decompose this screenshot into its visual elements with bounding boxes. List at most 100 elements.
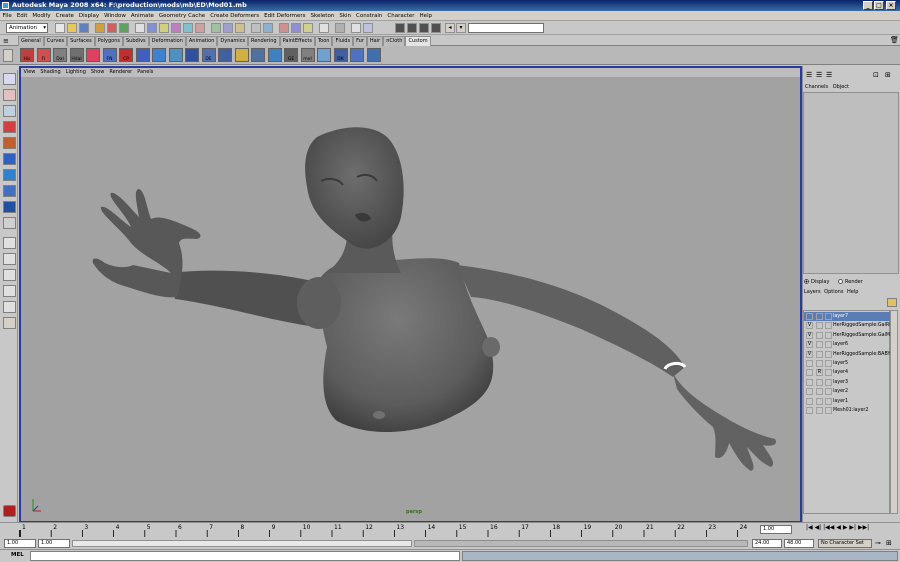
select-deformations-icon[interactable] [195, 23, 205, 33]
display-radio[interactable]: Display [804, 279, 829, 285]
tab-ncloth[interactable]: nCloth [383, 36, 406, 46]
shelf-button-icon[interactable] [267, 48, 282, 62]
range-slider-bar[interactable] [72, 540, 412, 547]
select-component-icon[interactable] [119, 23, 129, 33]
character-set-select[interactable]: No Character Set [818, 539, 872, 548]
options-menu[interactable]: Options [824, 289, 843, 295]
trash-icon[interactable]: 🗑 [890, 36, 899, 44]
layer-color-swatch[interactable] [825, 341, 832, 349]
menu-geometry-cache[interactable]: Geometry Cache [156, 11, 207, 20]
shelf-button-icon[interactable] [185, 48, 199, 62]
layer-type-toggle[interactable] [816, 331, 823, 339]
scale-tool-icon[interactable] [3, 153, 16, 165]
end-time-field[interactable]: 48.00 [784, 539, 814, 548]
four-view-layout-icon[interactable] [3, 253, 16, 265]
layer-color-swatch[interactable] [825, 350, 832, 358]
select-surfaces-icon[interactable] [183, 23, 193, 33]
menu-animate[interactable]: Animate [128, 11, 156, 20]
shelf-button-icon[interactable]: Dal [53, 48, 67, 62]
menu-skin[interactable]: Skin [337, 11, 354, 20]
layer-type-toggle[interactable] [816, 313, 823, 320]
layer-row[interactable]: Vlayer6 [804, 340, 890, 349]
chevron-down-icon[interactable]: ▾ [456, 23, 466, 33]
shelf-button-icon[interactable]: GE [284, 48, 298, 62]
shelf-button-icon[interactable] [86, 48, 100, 62]
tab-polygons[interactable]: Polygons [94, 36, 123, 46]
show-channel-box-icon[interactable] [419, 23, 429, 33]
layer-type-toggle[interactable] [816, 397, 823, 405]
create-layer-icon[interactable] [887, 298, 897, 307]
tab-fluids[interactable]: Fluids [332, 36, 354, 46]
layer-type-toggle[interactable] [816, 350, 823, 358]
lasso-tool-icon[interactable] [3, 89, 16, 101]
panel-menu-view[interactable]: View [21, 68, 38, 77]
panel-menu-lighting[interactable]: Lighting [63, 68, 88, 77]
menu-constrain[interactable]: Constrain [354, 11, 385, 20]
tab-hair[interactable]: Hair [366, 36, 384, 46]
panel-menu-show[interactable]: Show [88, 68, 107, 77]
snap-curve-icon[interactable] [223, 23, 233, 33]
layer-row[interactable]: V HerRiggedSample:GalMe [804, 331, 890, 340]
layer-row[interactable]: layer5 [804, 359, 890, 368]
hypershade-layout-icon[interactable] [3, 301, 16, 313]
panel-menu-renderer[interactable]: Renderer [107, 68, 135, 77]
tab-deformation[interactable]: Deformation [148, 36, 186, 46]
play-backward-icon[interactable]: ◀ [836, 524, 841, 531]
channel-box-icon[interactable]: ☰ [806, 71, 812, 79]
select-tool-icon[interactable] [3, 73, 16, 85]
layer-row[interactable]: Mesh01:layer2 [804, 406, 890, 415]
layer-type-toggle[interactable] [816, 341, 823, 349]
show-tool-settings-icon[interactable] [407, 23, 417, 33]
key-icon[interactable]: ⊸ [875, 539, 881, 547]
layer-visibility-toggle[interactable] [806, 407, 813, 414]
play-forward-icon[interactable]: ▶ [843, 524, 848, 531]
move-tool-icon[interactable] [3, 121, 16, 133]
layer-color-swatch[interactable] [825, 388, 832, 396]
layer-visibility-toggle[interactable]: V [806, 341, 813, 349]
layer-color-swatch[interactable] [825, 331, 832, 339]
persp-graph-layout-icon[interactable] [3, 285, 16, 297]
help-menu[interactable]: Help [847, 289, 858, 295]
channels-menu[interactable]: Channels [805, 84, 828, 90]
toggle-channel-box-icon[interactable] [363, 23, 373, 33]
tab-rendering[interactable]: Rendering [248, 36, 280, 46]
history-icon[interactable] [263, 23, 273, 33]
layer-scrollbar[interactable] [890, 310, 898, 514]
last-tool-icon[interactable] [3, 217, 16, 229]
animation-preferences-icon[interactable]: ⊞ [886, 539, 892, 547]
layer-visibility-toggle[interactable] [806, 378, 813, 386]
ipr-render-icon[interactable] [291, 23, 301, 33]
tab-curves[interactable]: Curves [43, 36, 68, 46]
menu-display[interactable]: Display [76, 11, 101, 20]
shelf-button-icon[interactable]: CP [119, 48, 133, 62]
save-scene-icon[interactable] [79, 23, 89, 33]
tab-animation[interactable]: Animation [185, 36, 218, 46]
select-curves-icon[interactable] [171, 23, 181, 33]
step-back-icon[interactable]: ◀| [815, 524, 822, 531]
layer-type-toggle[interactable] [816, 388, 823, 396]
layer-visibility-toggle[interactable]: V [806, 331, 813, 339]
shelf-button-icon[interactable] [234, 48, 249, 62]
render-radio[interactable]: Render [838, 279, 863, 285]
shelf-button-icon[interactable] [317, 48, 331, 62]
shelf-button-icon[interactable] [152, 48, 166, 62]
layer-color-swatch[interactable] [825, 313, 832, 320]
layer-visibility-toggle[interactable] [806, 388, 813, 396]
select-handles-icon[interactable] [147, 23, 157, 33]
object-menu[interactable]: Object [833, 84, 849, 90]
select-hierarchy-icon[interactable] [95, 23, 105, 33]
command-input[interactable] [30, 551, 460, 561]
shelf-button-icon[interactable]: mel [300, 48, 315, 62]
shelf-button-icon[interactable]: FI [36, 48, 51, 62]
select-object-icon[interactable] [107, 23, 117, 33]
layer-visibility-toggle[interactable] [806, 313, 813, 320]
playback-end-field[interactable]: 24.00 [752, 539, 782, 548]
menu-create[interactable]: Create [53, 11, 76, 20]
menu-edit[interactable]: Edit [14, 11, 30, 20]
shelf-button-icon[interactable]: FN [102, 48, 117, 62]
soft-modification-icon[interactable] [3, 185, 16, 197]
shelf-button-icon[interactable] [218, 48, 232, 62]
layer-color-swatch[interactable] [825, 397, 832, 405]
panel-menu-panels[interactable]: Panels [135, 68, 156, 77]
layer-visibility-toggle[interactable] [806, 360, 813, 367]
